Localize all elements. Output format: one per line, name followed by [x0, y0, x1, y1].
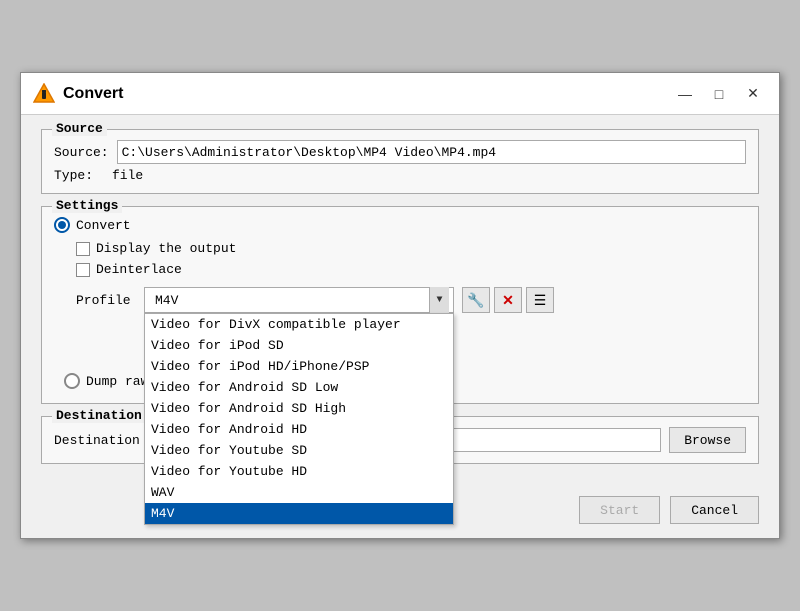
title-bar-buttons: — □ ✕ [671, 83, 767, 105]
source-row: Source: [54, 140, 746, 164]
settings-group-title: Settings [52, 198, 122, 213]
profile-option-5[interactable]: Video for Android HD [145, 419, 453, 440]
profile-option-1[interactable]: Video for iPod SD [145, 335, 453, 356]
profile-dropdown[interactable]: M4V ▼ [144, 287, 454, 313]
list-icon: ☰ [534, 292, 547, 309]
deinterlace-label: Deinterlace [96, 262, 182, 277]
display-output-label: Display the output [96, 241, 236, 256]
source-label: Source: [54, 145, 109, 160]
destination-group-title: Destination [52, 408, 146, 423]
convert-radio[interactable] [54, 217, 70, 233]
deinterlace-row[interactable]: Deinterlace [76, 262, 746, 277]
profile-dropdown-list: Video for DivX compatible player Video f… [144, 313, 454, 525]
display-output-checkbox[interactable] [76, 242, 90, 256]
dump-radio[interactable] [64, 373, 80, 389]
wrench-icon: 🔧 [467, 292, 484, 309]
main-window: Convert — □ ✕ Source Source: Type: file … [20, 72, 780, 539]
title-bar: Convert — □ ✕ [21, 73, 779, 115]
start-button[interactable]: Start [579, 496, 660, 524]
type-label: Type: [54, 168, 104, 183]
profile-option-3[interactable]: Video for Android SD Low [145, 377, 453, 398]
profile-option-4[interactable]: Video for Android SD High [145, 398, 453, 419]
dropdown-arrow-icon[interactable]: ▼ [429, 287, 449, 313]
title-bar-left: Convert [33, 83, 123, 105]
delete-icon: ✕ [502, 292, 514, 309]
maximize-button[interactable]: □ [705, 83, 733, 105]
source-input[interactable] [117, 140, 746, 164]
profile-option-2[interactable]: Video for iPod HD/iPhone/PSP [145, 356, 453, 377]
minimize-button[interactable]: — [671, 83, 699, 105]
profile-selected-text: M4V [149, 293, 429, 308]
profile-option-9[interactable]: M4V [145, 503, 453, 524]
profile-dropdown-wrapper: M4V ▼ Video for DivX compatible player V… [144, 287, 454, 313]
delete-profile-button[interactable]: ✕ [494, 287, 522, 313]
window-title: Convert [63, 85, 123, 103]
type-value: file [112, 168, 143, 183]
cancel-button[interactable]: Cancel [670, 496, 759, 524]
list-button[interactable]: ☰ [526, 287, 554, 313]
source-group: Source Source: Type: file [41, 129, 759, 194]
close-button[interactable]: ✕ [739, 83, 767, 105]
convert-radio-label: Convert [76, 218, 131, 233]
convert-radio-row[interactable]: Convert [54, 217, 746, 233]
profile-option-0[interactable]: Video for DivX compatible player [145, 314, 453, 335]
source-group-title: Source [52, 121, 107, 136]
vlc-icon [33, 83, 55, 105]
profile-option-6[interactable]: Video for Youtube SD [145, 440, 453, 461]
profile-label: Profile [76, 293, 136, 308]
profile-option-7[interactable]: Video for Youtube HD [145, 461, 453, 482]
profile-tools: 🔧 ✕ ☰ [462, 287, 554, 313]
profile-row: Profile M4V ▼ Video for DivX compatible … [76, 287, 746, 313]
wrench-button[interactable]: 🔧 [462, 287, 490, 313]
deinterlace-checkbox[interactable] [76, 263, 90, 277]
settings-group: Settings Convert Display the output Dein… [41, 206, 759, 404]
display-output-row[interactable]: Display the output [76, 241, 746, 256]
content-area: Source Source: Type: file Settings Conve… [21, 115, 779, 490]
profile-option-8[interactable]: WAV [145, 482, 453, 503]
source-type-row: Type: file [54, 168, 746, 183]
browse-button[interactable]: Browse [669, 427, 746, 453]
